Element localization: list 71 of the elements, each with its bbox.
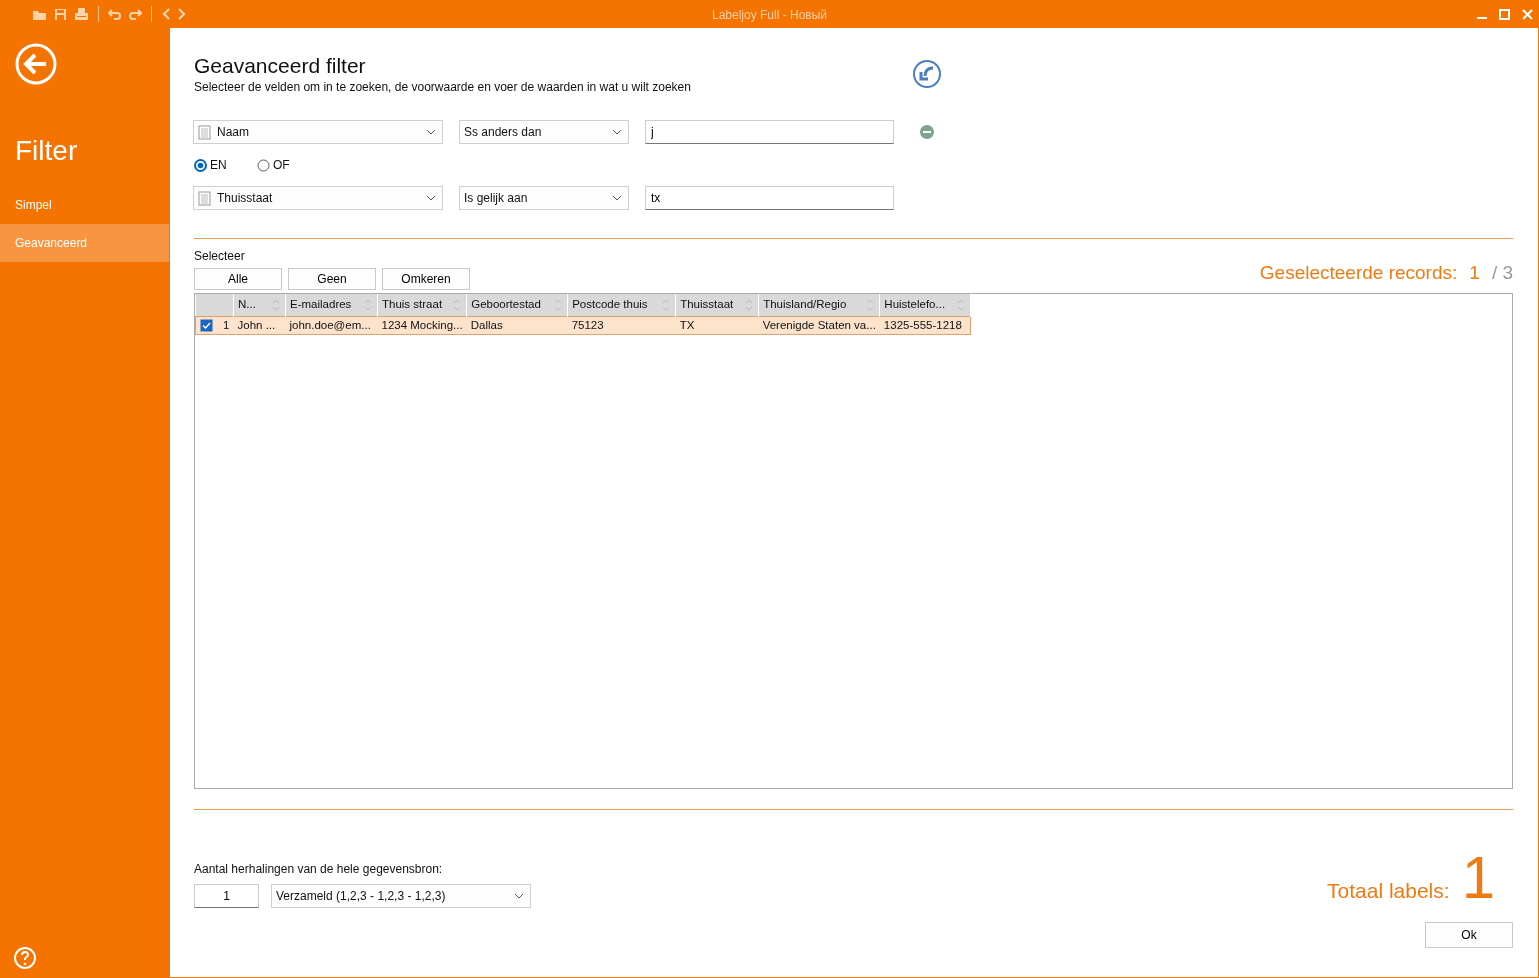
sort-icon[interactable]	[661, 297, 672, 312]
sort-icon[interactable]	[956, 297, 967, 312]
column-header[interactable]: Postcode thuis	[567, 294, 676, 317]
sidebar-title: Filter	[15, 134, 79, 168]
table-cell: 1325-555-1218	[879, 316, 971, 335]
back-icon[interactable]	[161, 7, 171, 21]
row-number: 1	[223, 317, 230, 333]
field-dropdown[interactable]: Thuisstaat	[193, 186, 443, 211]
table-cell: John ...	[233, 316, 286, 335]
table-cell: john.doe@em...	[285, 316, 378, 335]
chevron-down-icon	[426, 129, 436, 136]
select-button[interactable]: Alle	[194, 268, 282, 291]
column-header[interactable]: Thuis straat	[377, 294, 467, 317]
page-title: Geavanceerd filter	[194, 53, 367, 79]
condition-dropdown[interactable]: Is gelijk aan	[459, 186, 629, 211]
sort-icon[interactable]	[744, 297, 755, 312]
records-label: Geselecteerde records:	[1259, 260, 1458, 285]
column-header[interactable]: Thuisstaat	[675, 294, 759, 317]
document-icon	[198, 124, 211, 140]
chevron-down-icon	[426, 195, 436, 202]
save-icon[interactable]	[53, 6, 68, 22]
select-label: Selecteer	[194, 248, 246, 266]
chevron-down-icon	[612, 129, 622, 136]
table-cell: 75123	[567, 316, 676, 335]
redo-icon[interactable]	[128, 7, 142, 21]
sort-icon[interactable]	[271, 297, 281, 312]
remove-icon[interactable]	[919, 124, 935, 141]
total-value: 1	[1461, 848, 1495, 909]
table-cell: TX	[675, 316, 759, 335]
table-cell: 1234 Mocking...	[377, 316, 467, 335]
chevron-down-icon	[514, 893, 524, 900]
condition-dropdown[interactable]: Ss anders dan	[459, 120, 629, 145]
column-header[interactable]: Huistelefo...	[879, 294, 971, 317]
column-header[interactable]: Geboortestad	[466, 294, 568, 317]
undo-icon[interactable]	[108, 7, 122, 21]
repeat-mode-dropdown[interactable]: Verzameld (1,2,3 - 1,2,3 - 1,2,3)	[271, 884, 531, 909]
column-header[interactable]: Thuisland/Regio	[758, 294, 880, 317]
sort-icon[interactable]	[452, 297, 463, 312]
radio-option[interactable]: OF	[257, 156, 290, 175]
select-button[interactable]: Omkeren	[382, 268, 470, 291]
window-title: Labeljoy Full - Новый	[711, 8, 828, 22]
forward-icon[interactable]	[177, 7, 187, 21]
records-count: 1	[1469, 260, 1480, 285]
value-field[interactable]: tx	[645, 186, 894, 211]
column-header[interactable]: E-mailadres	[285, 294, 378, 317]
radio-option[interactable]: EN	[194, 156, 239, 175]
chevron-down-icon	[612, 195, 622, 202]
page-subtitle: Selecteer de velden om in te zoeken, de voorwaarde en voer de waarden in wat u wilt zoeken	[194, 79, 692, 97]
total-label: Totaal labels:	[1327, 878, 1450, 905]
document-icon	[198, 190, 211, 206]
sort-icon[interactable]	[865, 297, 876, 312]
repeat-label: Aantal herhalingen van de hele gegevensbron:	[194, 861, 444, 879]
select-button[interactable]: Geen	[288, 268, 376, 291]
apply-filter-icon[interactable]	[912, 59, 942, 89]
sort-icon[interactable]	[363, 297, 373, 312]
records-total: / 3	[1491, 260, 1513, 285]
repeat-count-field[interactable]: 1	[194, 884, 259, 909]
radio-selected-icon[interactable]	[194, 158, 207, 172]
radio-unselected-icon[interactable]	[257, 158, 270, 172]
table-cell: Dallas	[466, 316, 568, 335]
print-icon[interactable]	[74, 6, 89, 22]
sort-icon[interactable]	[553, 297, 564, 312]
maximize-icon[interactable]	[1499, 8, 1510, 20]
column-header[interactable]: N...	[233, 294, 286, 317]
close-icon[interactable]	[1522, 8, 1533, 20]
value-field[interactable]: j	[645, 120, 894, 145]
field-dropdown[interactable]: Naam	[193, 120, 443, 145]
ok-button[interactable]: Ok	[1425, 922, 1513, 949]
help-icon[interactable]	[13, 946, 37, 970]
checkbox-checked-icon[interactable]	[200, 318, 213, 332]
table-cell: Verenigde Staten va...	[758, 316, 880, 335]
